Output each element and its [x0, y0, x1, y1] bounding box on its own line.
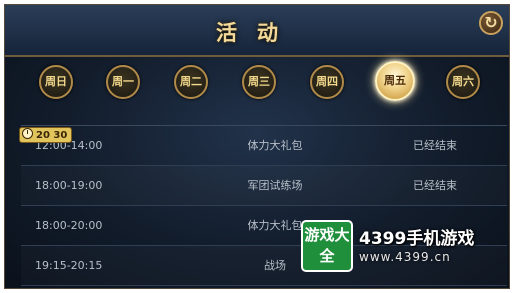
current-time-text: 20 30: [36, 130, 68, 141]
watermark-site: 4399手机游戏: [359, 229, 475, 249]
tab-wednesday[interactable]: 周三: [242, 65, 276, 99]
watermark: 游戏大全 4399手机游戏 www.4399.cn: [301, 216, 497, 274]
activity-status: 已经结束: [413, 139, 457, 152]
refresh-icon[interactable]: ↻: [479, 11, 503, 35]
activity-time: 19:15-20:15: [35, 259, 103, 272]
activity-time: 18:00-19:00: [35, 179, 103, 192]
current-time-badge: 20 30: [19, 127, 73, 143]
tab-tuesday[interactable]: 周二: [174, 65, 208, 99]
activity-panel: 活动 ↻ 周日 周一 周二 周三 周四 周五 周六 12:00-14:00 体力…: [4, 4, 510, 289]
activity-name: 军团试练场: [247, 179, 303, 192]
weekday-selector: 周日 周一 周二 周三 周四 周五 周六: [5, 61, 509, 107]
panel-header: 活动 ↻: [5, 5, 509, 57]
tab-sunday[interactable]: 周日: [39, 65, 73, 99]
activity-row[interactable]: 18:00-19:00 军团试练场 已经结束: [21, 166, 507, 206]
tab-monday[interactable]: 周一: [106, 65, 140, 99]
watermark-badge: 游戏大全: [301, 220, 353, 272]
watermark-url: www.4399.cn: [359, 250, 451, 264]
activity-status: 已经结束: [413, 179, 457, 192]
activity-name: 体力大礼包: [247, 139, 303, 152]
activity-row[interactable]: 12:00-14:00 体力大礼包 已经结束: [21, 126, 507, 166]
activity-time: 18:00-20:00: [35, 219, 103, 232]
tab-saturday[interactable]: 周六: [446, 65, 480, 99]
page-title: 活动: [216, 21, 298, 45]
tab-friday-selected[interactable]: 周五: [375, 61, 415, 101]
tab-thursday[interactable]: 周四: [310, 65, 344, 99]
clock-icon: [22, 128, 33, 139]
